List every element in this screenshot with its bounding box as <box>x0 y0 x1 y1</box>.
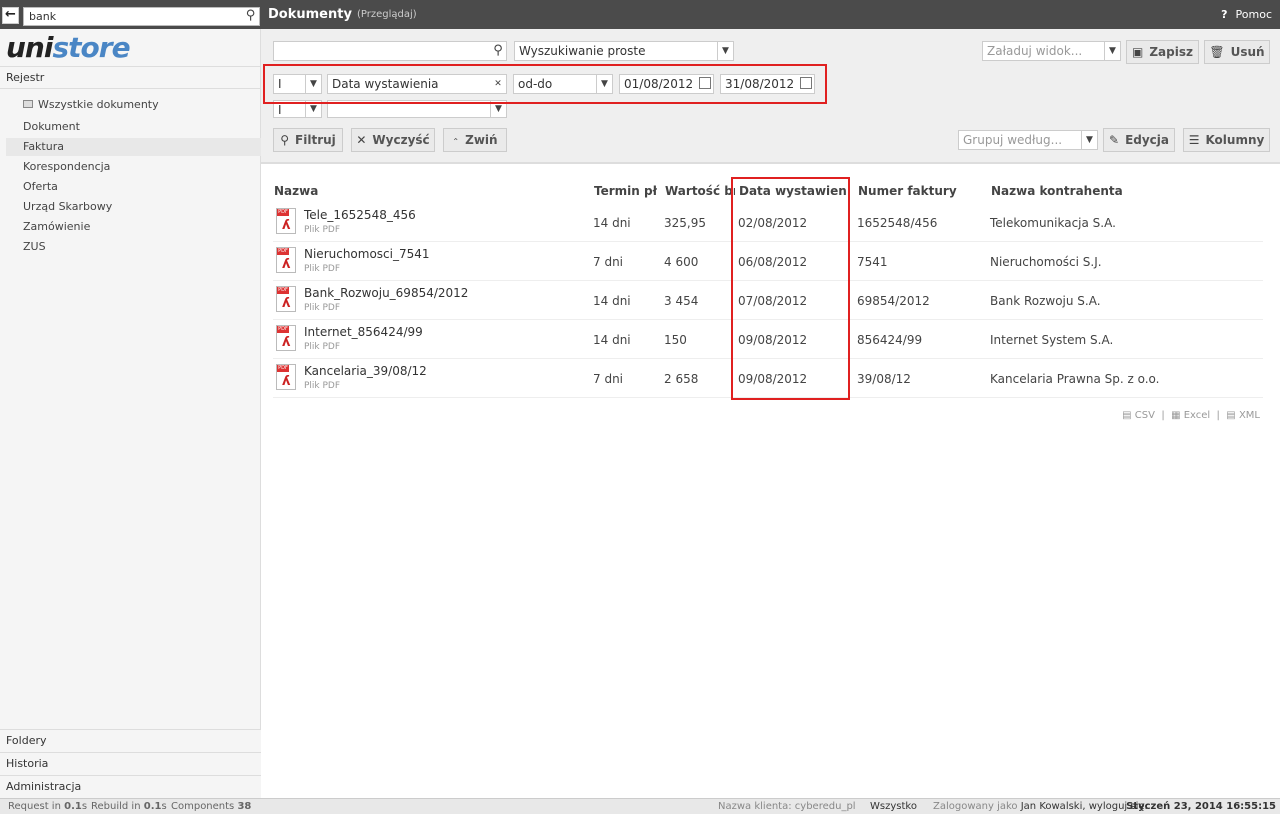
file-name[interactable]: Nieruchomosci_7541 <box>304 247 430 261</box>
cell-value: 2 658 <box>664 372 699 386</box>
floppy-icon: ▣ <box>1132 45 1144 59</box>
chevron-down-icon: ▼ <box>1104 42 1120 60</box>
search-icon[interactable]: ⚲ <box>242 8 259 25</box>
highlight-box-date-column <box>731 177 850 400</box>
columns-button[interactable]: ☰ Kolumny <box>1183 128 1270 152</box>
edit-button[interactable]: ✎ Edycja <box>1103 128 1175 152</box>
cell-contractor: Internet System S.A. <box>990 333 1114 347</box>
sidebar-item-zus[interactable]: ZUS <box>0 238 255 256</box>
sidebar-item-korespondencja[interactable]: Korespondencja <box>0 158 255 176</box>
cell-term: 14 dni <box>593 216 631 230</box>
back-arrow-icon[interactable]: ← <box>2 7 19 24</box>
filter-button[interactable]: ⚲ Filtruj <box>273 128 343 152</box>
file-name[interactable]: Kancelaria_39/08/12 <box>304 364 427 378</box>
page-title: Dokumenty <box>268 7 352 22</box>
load-view-select[interactable]: Załaduj widok... ▼ <box>982 41 1121 61</box>
file-type: Plik PDF <box>304 264 341 274</box>
sidebar-item-urzad-skarbowy[interactable]: Urząd Skarbowy <box>0 198 255 216</box>
sidebar-item-dokument[interactable]: Dokument <box>0 118 255 136</box>
columns-icon: ☰ <box>1188 133 1200 147</box>
file-name[interactable]: Bank_Rozwoju_69854/2012 <box>304 286 468 300</box>
folder-icon <box>23 100 33 108</box>
file-type: Plik PDF <box>304 225 341 235</box>
column-header-numer[interactable]: Numer faktury <box>858 184 978 198</box>
export-xml-link[interactable]: ▤ XML <box>1226 410 1260 421</box>
column-header-wartosc[interactable]: Wartość brutto <box>665 184 735 198</box>
pdf-file-icon: PDF ʎ <box>276 208 296 234</box>
components-count: Components 38 <box>171 801 252 812</box>
clear-button[interactable]: ✕ Wyczyść <box>351 128 435 152</box>
chevron-down-icon: ▼ <box>717 42 733 60</box>
cell-number: 39/08/12 <box>857 372 911 386</box>
collapse-button[interactable]: ⌃ Zwiń <box>443 128 507 152</box>
cell-contractor: Bank Rozwoju S.A. <box>990 294 1101 308</box>
close-icon: ✕ <box>356 133 367 147</box>
help-icon: ? <box>1221 8 1228 21</box>
sidebar-item-all-documents[interactable]: Wszystkie dokumenty <box>0 96 255 114</box>
save-button[interactable]: ▣ Zapisz <box>1126 40 1199 64</box>
search-mode-select[interactable]: Wyszukiwanie proste ▼ <box>514 41 734 61</box>
group-by-select[interactable]: Grupuj według... ▼ <box>958 130 1098 150</box>
column-header-termin[interactable]: Termin płatności <box>594 184 657 198</box>
cell-term: 7 dni <box>593 372 624 386</box>
trash-icon: 🗑 <box>1209 45 1225 59</box>
file-type: Plik PDF <box>304 342 341 352</box>
cell-contractor: Telekomunikacja S.A. <box>990 216 1116 230</box>
file-name[interactable]: Internet_856424/99 <box>304 325 423 339</box>
cell-number: 856424/99 <box>857 333 923 347</box>
chevron-down-icon: ▼ <box>1081 131 1097 149</box>
cell-number: 1652548/456 <box>857 216 938 230</box>
cell-value: 3 454 <box>664 294 699 308</box>
logo: unistore <box>6 31 131 64</box>
pencil-icon: ✎ <box>1109 133 1120 147</box>
pdf-file-icon: PDF ʎ <box>276 325 296 351</box>
pdf-file-icon: PDF ʎ <box>276 286 296 312</box>
cell-contractor: Nieruchomości S.J. <box>990 255 1102 269</box>
export-csv-link[interactable]: ▤ CSV <box>1122 410 1155 421</box>
export-excel-link[interactable]: ▦ Excel <box>1171 410 1210 421</box>
sidebar-section-rejestr[interactable]: Rejestr <box>0 66 261 89</box>
file-type: Plik PDF <box>304 303 341 313</box>
cell-number: 69854/2012 <box>857 294 930 308</box>
rebuild-time: Rebuild in 0.1s <box>91 801 167 812</box>
sidebar-item-oferta[interactable]: Oferta <box>0 178 255 196</box>
datetime: Styczeń 23, 2014 16:55:15 <box>1126 801 1276 812</box>
chevron-up-icon: ⌃ <box>452 137 460 146</box>
cell-term: 14 dni <box>593 294 631 308</box>
page-subtitle: (Przeglądaj) <box>357 9 417 20</box>
export-links: ▤ CSV | ▦ Excel | ▤ XML <box>1122 410 1260 421</box>
cell-value: 325,95 <box>664 216 706 230</box>
status-bar: Request in 0.1s Rebuild in 0.1s Componen… <box>0 798 1280 814</box>
help-link[interactable]: ? Pomoc <box>1221 8 1272 21</box>
sidebar-section-foldery[interactable]: Foldery <box>0 729 261 752</box>
user-link[interactable]: Jan Kowalski <box>1021 801 1083 812</box>
logged-user: Zalogowany jako Jan Kowalski, wyloguj si… <box>933 801 1148 812</box>
cell-value: 150 <box>664 333 687 347</box>
sidebar-section-historia[interactable]: Historia <box>0 752 261 775</box>
cell-term: 14 dni <box>593 333 631 347</box>
client-name: Nazwa klienta: cyberedu_pl <box>718 801 856 812</box>
delete-button[interactable]: 🗑 Usuń <box>1204 40 1270 64</box>
pdf-file-icon: PDF ʎ <box>276 364 296 390</box>
document-search-input[interactable]: ⚲ <box>273 41 507 61</box>
scope-link[interactable]: Wszystko <box>870 799 917 814</box>
file-name[interactable]: Tele_1652548_456 <box>304 208 416 222</box>
column-header-kontrahent[interactable]: Nazwa kontrahenta <box>991 184 1141 198</box>
column-header-nazwa[interactable]: Nazwa <box>274 184 374 198</box>
file-type: Plik PDF <box>304 381 341 391</box>
search-icon[interactable]: ⚲ <box>490 42 506 60</box>
cell-term: 7 dni <box>593 255 624 269</box>
magnifier-icon: ⚲ <box>280 133 290 147</box>
sidebar-section-administracja[interactable]: Administracja <box>0 775 261 798</box>
pdf-file-icon: PDF ʎ <box>276 247 296 273</box>
cell-value: 4 600 <box>664 255 699 269</box>
sidebar-item-zamowienie[interactable]: Zamówienie <box>0 218 255 236</box>
cell-number: 7541 <box>857 255 888 269</box>
help-label: Pomoc <box>1235 8 1272 21</box>
highlight-box-filter <box>263 64 827 104</box>
sidebar-item-faktura[interactable]: Faktura <box>6 138 261 156</box>
sidebar-search-input[interactable]: bank <box>23 7 260 26</box>
request-time: Request in 0.1s <box>8 801 88 812</box>
cell-contractor: Kancelaria Prawna Sp. z o.o. <box>990 372 1160 386</box>
